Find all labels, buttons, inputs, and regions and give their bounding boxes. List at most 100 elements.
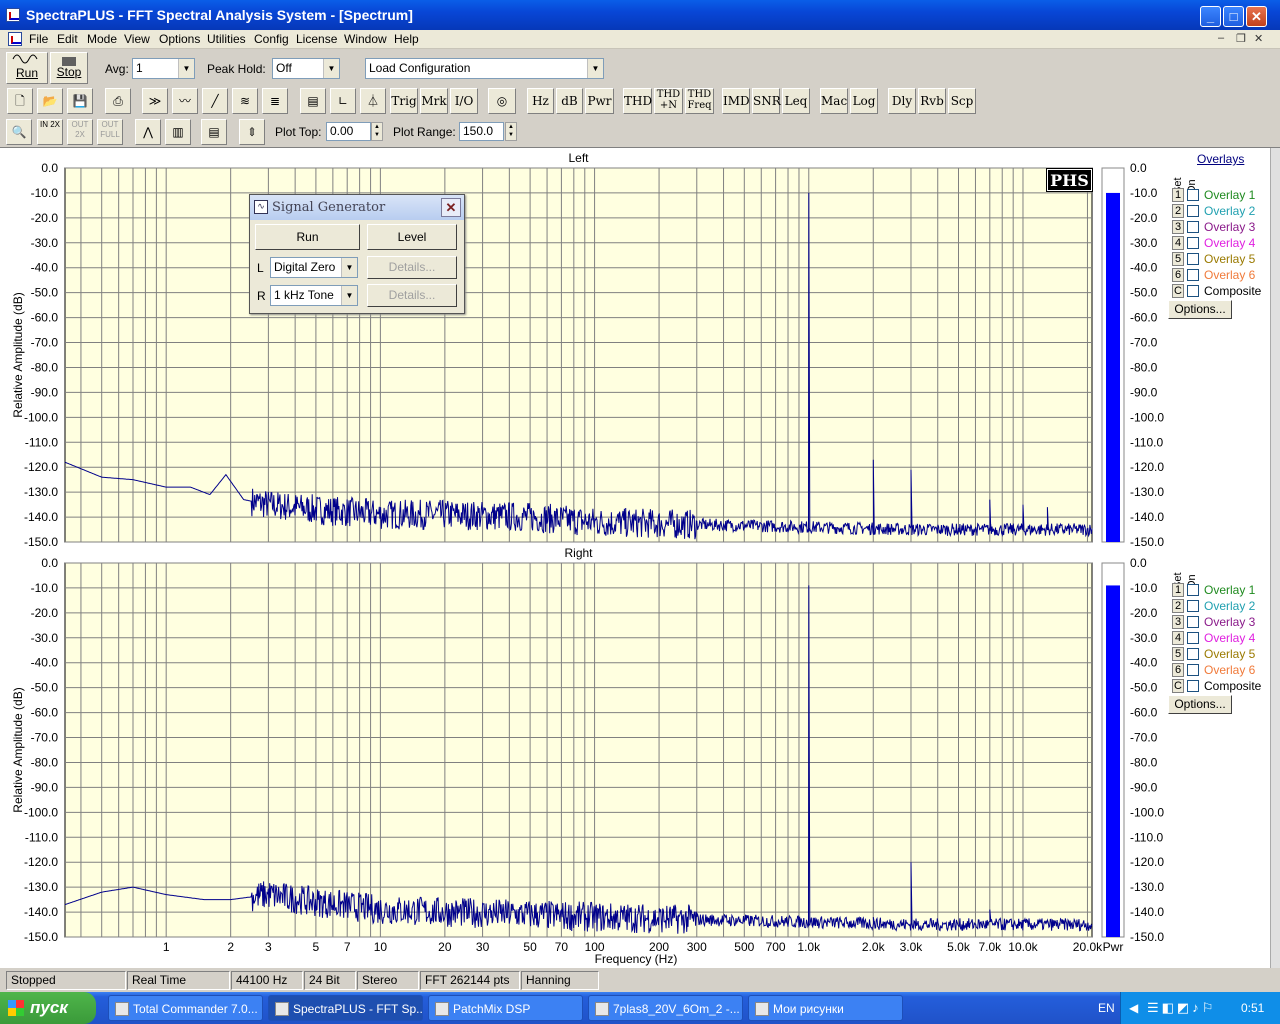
maximize-button[interactable]: □ [1223,6,1244,27]
spectrogram-icon[interactable]: ≋ [232,88,258,114]
axis-icon[interactable]: ∟ [330,88,356,114]
mdi-close-icon[interactable]: ✕ [1254,32,1263,45]
app-icon[interactable] [6,8,20,22]
imd-button[interactable]: IMD [722,88,750,114]
overlay-checkbox[interactable] [1187,648,1199,660]
tray-icons[interactable]: ☰◧◩♪⚐ [1147,1000,1216,1016]
dly-button[interactable]: Dly [888,88,916,114]
rvb-button[interactable]: Rvb [918,88,946,114]
open-folder-icon[interactable]: 📂 [37,88,63,114]
overlay-checkbox[interactable] [1187,205,1199,217]
task-spectraplus[interactable]: SpectraPLUS - FFT Sp... [268,995,423,1021]
peak-hold-select[interactable]: Off ▼ [272,58,340,79]
overlay-set-button[interactable]: 3 [1172,615,1184,629]
language-indicator[interactable]: EN [1098,1001,1115,1015]
close-button[interactable]: ✕ [1246,6,1267,27]
menu-file[interactable]: File [29,32,48,46]
log-button[interactable]: Log [850,88,878,114]
fast-forward-icon[interactable]: ≫ [142,88,168,114]
new-file-icon[interactable]: 🗋 [7,88,33,114]
menu-view[interactable]: View [124,32,150,46]
sawtooth-icon[interactable]: ╱ [202,88,228,114]
overlay-checkbox[interactable] [1187,616,1199,628]
mdi-restore-icon[interactable]: ❐ [1236,32,1246,45]
zoom-in-2x-button[interactable]: IN 2X [37,119,63,145]
configuration-select[interactable]: Load Configuration ▼ [365,58,604,79]
overlay-set-button[interactable]: 6 [1172,663,1184,677]
avg-select[interactable]: 1 ▼ [132,58,195,79]
right-signal-select[interactable]: 1 kHz Tone ▼ [270,285,358,306]
scp-button[interactable]: Scp [948,88,976,114]
overlay-options-button[interactable]: Options... [1168,695,1232,714]
overlay-set-button[interactable]: 4 [1172,631,1184,645]
overlay-set-button[interactable]: 6 [1172,268,1184,282]
task-total-commander[interactable]: Total Commander 7.0... [108,995,263,1021]
right-details-button[interactable]: Details... [367,284,457,307]
peak-icon[interactable]: ⋀ [135,119,161,145]
magnifier-icon[interactable]: 🔍 [6,119,32,145]
task-patchmix[interactable]: PatchMix DSP [428,995,583,1021]
db-button[interactable]: dB [556,88,583,114]
overlay-checkbox[interactable] [1187,632,1199,644]
settings-page-icon[interactable]: ▤ [300,88,326,114]
left-signal-select[interactable]: Digital Zero ▼ [270,257,358,278]
zoom-out-2x-button[interactable]: OUT 2X [67,119,93,145]
overlay-checkbox[interactable] [1187,664,1199,676]
overlay-checkbox[interactable] [1187,189,1199,201]
waterfall-icon[interactable]: ≣ [262,88,288,114]
print-icon[interactable]: ⎙ [105,88,131,114]
menu-options[interactable]: Options [159,32,200,46]
save-disk-icon[interactable]: 💾 [67,88,93,114]
menu-utilities[interactable]: Utilities [207,32,246,46]
thd-freq-button[interactable]: THD Freq [685,88,714,114]
menu-window[interactable]: Window [344,32,387,46]
menu-edit[interactable]: Edit [57,32,78,46]
overlay-checkbox[interactable] [1187,269,1199,281]
task-my-pictures[interactable]: Мои рисунки [748,995,903,1021]
overlay-checkbox[interactable] [1187,221,1199,233]
thd-n-button[interactable]: THD +N [654,88,683,114]
overlay-checkbox[interactable] [1187,237,1199,249]
vertical-scale-icon[interactable]: ⇕ [239,119,265,145]
overlay-set-button[interactable]: 1 [1172,188,1184,202]
overlay-checkbox[interactable] [1187,253,1199,265]
signal-generator-titlebar[interactable]: ∿ Signal Generator ✕ [250,195,464,220]
plot-range-input[interactable]: 150.0 [459,122,504,141]
stop-button[interactable]: Stop [50,52,88,84]
overlay-checkbox[interactable] [1187,584,1199,596]
snr-button[interactable]: SNR [752,88,781,114]
overlay-checkbox[interactable] [1187,285,1199,297]
trig-button[interactable]: Trig [390,88,418,114]
overlay-set-button[interactable]: 4 [1172,236,1184,250]
mrk-button[interactable]: Mrk [420,88,448,114]
siggen-level-button[interactable]: Level [367,224,457,250]
plot-top-spinner[interactable]: ▲ ▼ [371,122,383,141]
plot-range-spinner[interactable]: ▲ ▼ [505,122,517,141]
overlay-checkbox[interactable] [1187,600,1199,612]
overlay-set-button[interactable]: C [1172,284,1184,298]
hz-button[interactable]: Hz [527,88,554,114]
thd-button[interactable]: THD [623,88,652,114]
pwr-button[interactable]: Pwr [585,88,614,114]
minimize-button[interactable]: _ [1200,6,1221,27]
signal-generator-icon[interactable]: ◎ [488,88,516,114]
menu-mode[interactable]: Mode [87,32,117,46]
io-button[interactable]: I/O [450,88,478,114]
overlay-set-button[interactable]: 2 [1172,204,1184,218]
left-details-button[interactable]: Details... [367,256,457,279]
siggen-run-button[interactable]: Run [255,224,360,250]
overlay-set-button[interactable]: 5 [1172,252,1184,266]
run-button[interactable]: Run [6,52,48,84]
mac-button[interactable]: Mac [820,88,848,114]
vertical-scrollbar[interactable] [1270,148,1280,968]
overlay-set-button[interactable]: 1 [1172,583,1184,597]
overlay-checkbox[interactable] [1187,680,1199,692]
menu-help[interactable]: Help [394,32,419,46]
start-button[interactable]: пуск [0,992,96,1024]
zoom-out-full-button[interactable]: OUT FULL [97,119,123,145]
bar-graph-icon[interactable]: ▥ [165,119,191,145]
leq-button[interactable]: Leq [782,88,810,114]
overlay-set-button[interactable]: 3 [1172,220,1184,234]
overlay-set-button[interactable]: C [1172,679,1184,693]
spectrum-plots[interactable]: Left 0.0 0.0 -10.0 -10.0 -20.0 -20.0 -30.0 -30.0… [0,148,1270,968]
